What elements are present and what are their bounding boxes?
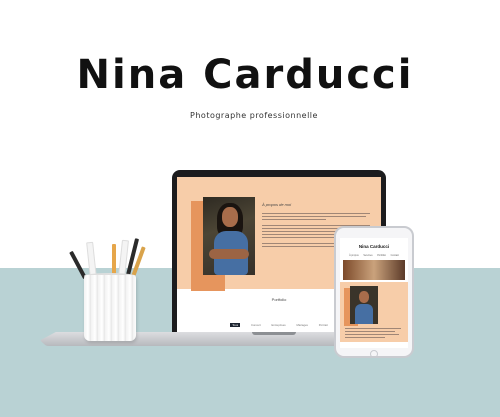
laptop-notch <box>252 332 296 335</box>
portrait-photo <box>203 197 255 275</box>
tab-tous[interactable]: Tous <box>230 323 241 327</box>
text-line <box>345 328 401 329</box>
tab-portrait[interactable]: Portrait <box>319 323 328 327</box>
phone-hero-image <box>343 260 405 280</box>
pencil-cup <box>84 275 136 341</box>
phone-nav-item[interactable]: Portfolio <box>377 254 386 257</box>
phone-screen: Nina Carducci À propos Services Portfoli… <box>340 238 408 348</box>
smartphone: Nina Carducci À propos Services Portfoli… <box>334 226 414 358</box>
home-button <box>370 350 378 356</box>
phone-nav-item[interactable]: Contact <box>391 254 399 257</box>
text-line <box>262 216 366 218</box>
phone-nav-item[interactable]: Services <box>363 254 372 257</box>
text-line <box>345 337 385 338</box>
text-line <box>345 331 395 332</box>
phone-site-title: Nina Carducci <box>358 244 390 249</box>
tab-concert[interactable]: Concert <box>251 323 261 327</box>
tab-entreprises[interactable]: Entreprises <box>272 323 286 327</box>
text-line <box>262 246 334 248</box>
page-subtitle: Photographe professionnelle <box>190 111 318 120</box>
tab-mariages[interactable]: Mariages <box>296 323 308 327</box>
page-title: Nina Carducci <box>76 52 414 98</box>
phone-nav-item[interactable]: À propos <box>349 254 359 257</box>
about-heading: À propos de moi <box>262 202 292 207</box>
text-line <box>262 213 370 215</box>
phone-portrait-photo <box>350 286 378 324</box>
phone-nav: À propos Services Portfolio Contact <box>340 254 408 257</box>
text-line <box>262 219 326 221</box>
text-line <box>345 334 399 335</box>
